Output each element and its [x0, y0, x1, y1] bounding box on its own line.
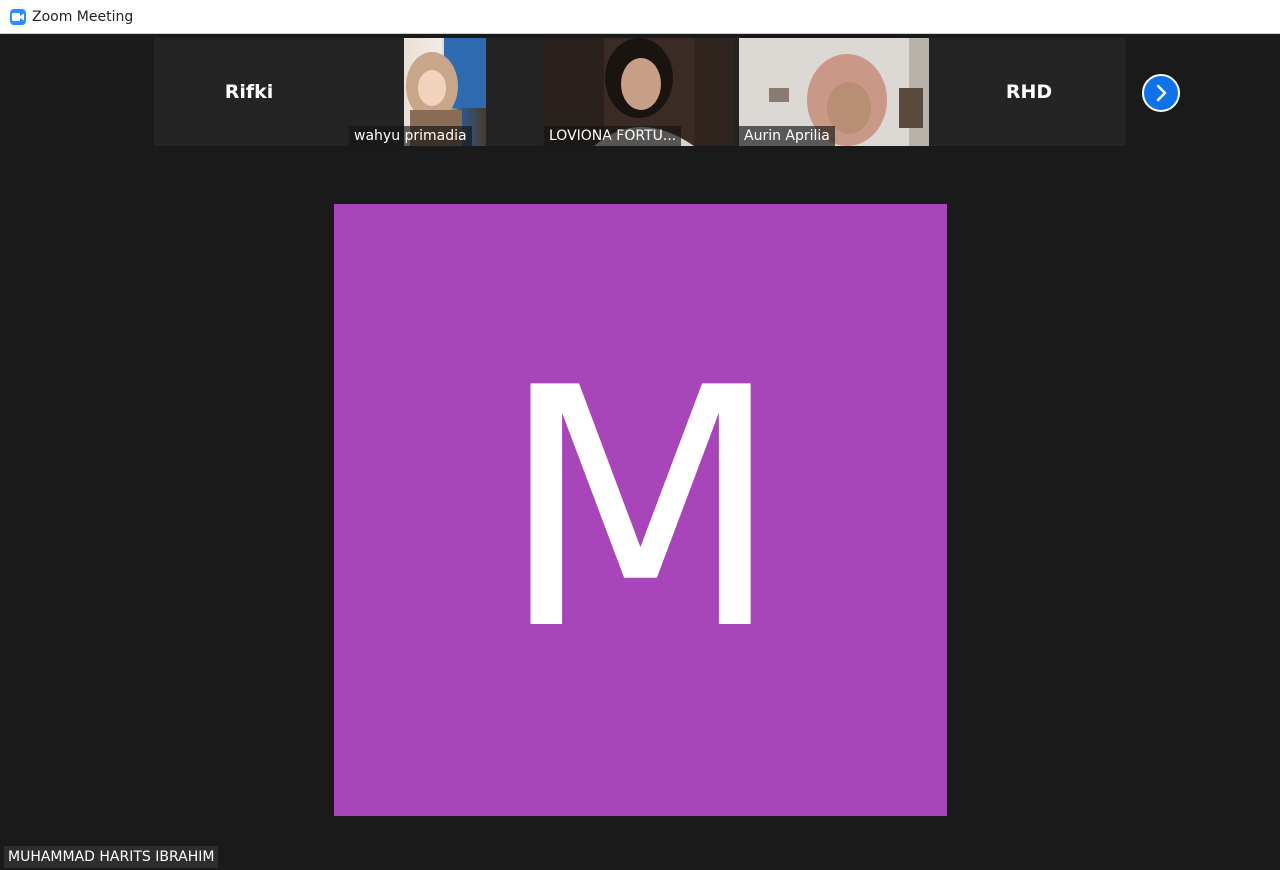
participant-tile-loviona[interactable]: LOVIONA FORTU...: [544, 38, 734, 146]
participant-tile-wahyu[interactable]: wahyu primadia: [349, 38, 539, 146]
active-speaker-avatar: M: [334, 204, 947, 816]
avatar-initial: M: [498, 318, 783, 702]
window-titlebar: Zoom Meeting: [0, 0, 1280, 34]
participant-name: Rifki: [224, 81, 274, 103]
zoom-camera-icon: [10, 8, 26, 25]
meeting-stage: Rifki wahyu primadia LOVIONA FORTU... Au…: [0, 34, 1280, 870]
participant-gallery-strip: Rifki wahyu primadia LOVIONA FORTU... Au…: [154, 38, 1126, 146]
chevron-right-icon: [1156, 84, 1167, 102]
next-page-button[interactable]: [1142, 74, 1180, 112]
participant-tile-rhd[interactable]: RHD: [934, 38, 1124, 146]
active-speaker-name-label: MUHAMMAD HARITS IBRAHIM: [4, 846, 219, 868]
participant-tile-rifki[interactable]: Rifki: [154, 38, 344, 146]
participant-name: RHD: [1005, 81, 1053, 103]
participant-tile-aurin[interactable]: Aurin Aprilia: [739, 38, 929, 146]
window-title: Zoom Meeting: [32, 8, 134, 25]
participant-name-label: LOVIONA FORTU...: [544, 126, 682, 146]
participant-name-label: Aurin Aprilia: [739, 126, 835, 146]
participant-name-label: wahyu primadia: [349, 126, 472, 146]
